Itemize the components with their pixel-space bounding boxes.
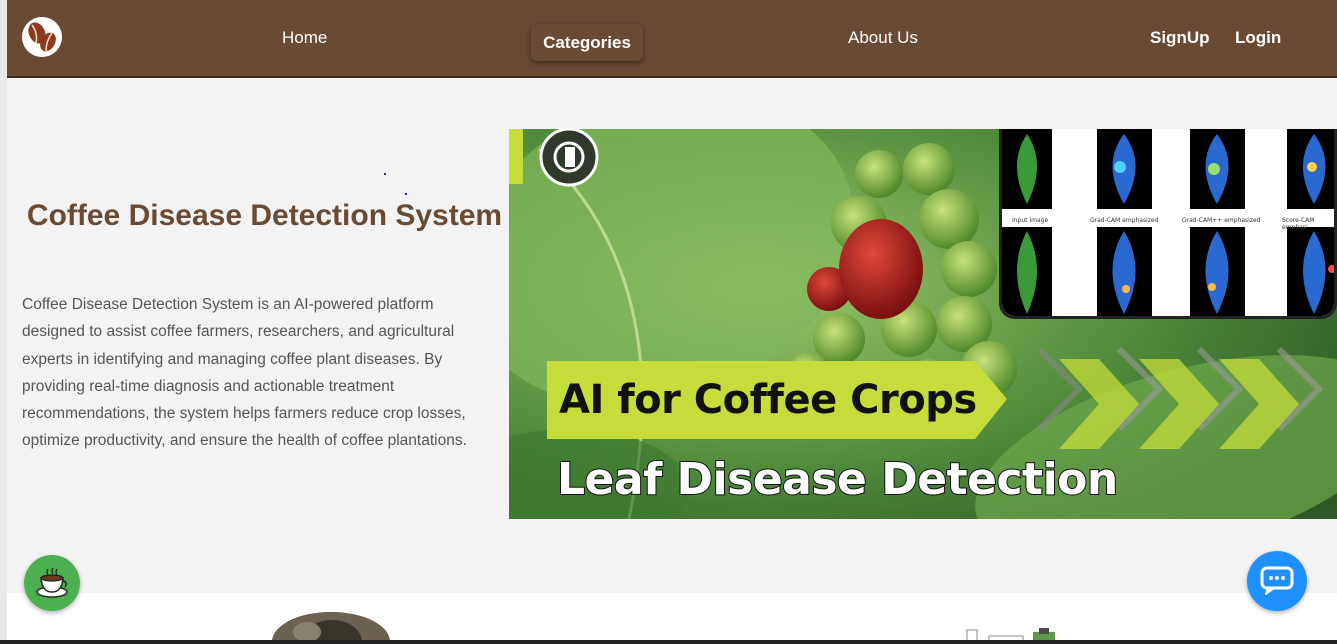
hero-description: Coffee Disease Detection System is an AI… — [22, 296, 467, 450]
chat-bubble-icon — [1260, 566, 1294, 595]
gradcam-comparison-panel: Input image Grad-CAM emphasized Grad-CAM… — [999, 129, 1337, 319]
chat-fab-button[interactable] — [1247, 551, 1307, 611]
decorative-dot — [405, 193, 407, 195]
nav-categories-button[interactable]: Categories — [531, 24, 643, 61]
cam-caption: Grad-CAM emphasized — [1090, 217, 1159, 224]
decorative-dot — [384, 173, 386, 175]
banner-headline: AI for Coffee Crops — [559, 377, 977, 423]
nav-login-link[interactable]: Login — [1235, 28, 1281, 48]
nav-about-link[interactable]: About Us — [848, 28, 918, 48]
cam-caption: Grad-CAM++ emphasized — [1182, 217, 1261, 224]
page: Home Categories About Us SignUp Login Co… — [7, 0, 1337, 644]
navbar: Home Categories About Us SignUp Login — [7, 0, 1337, 78]
coffee-beans-icon[interactable] — [22, 17, 62, 57]
coffee-fab-button[interactable] — [24, 555, 80, 611]
nav-home-link[interactable]: Home — [282, 28, 327, 48]
cam-caption: Score-CAM emphasi — [1282, 217, 1315, 231]
hero-banner-image: Input image Grad-CAM emphasized Grad-CAM… — [509, 129, 1337, 519]
banner-subheadline: Leaf Disease Detection — [556, 453, 1119, 506]
hero-title: Coffee Disease Detection System — [26, 199, 503, 232]
features-section — [7, 593, 1337, 644]
bottom-edge-bar — [0, 640, 1337, 644]
coffee-cup-icon — [36, 567, 68, 598]
cam-caption: Input image — [1012, 217, 1049, 224]
nav-signup-link[interactable]: SignUp — [1150, 28, 1210, 48]
